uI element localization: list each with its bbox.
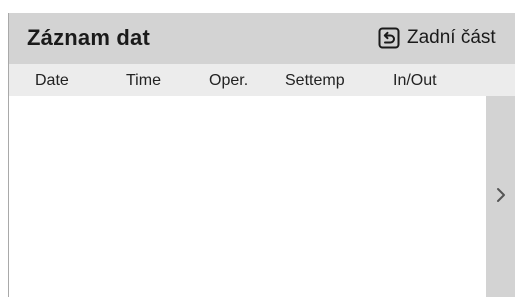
back-button[interactable]: Zadní část xyxy=(378,24,496,52)
back-button-label: Zadní část xyxy=(407,27,496,48)
column-header-row: Date Time Oper. Settemp In/Out xyxy=(9,64,515,96)
column-header-date: Date xyxy=(35,72,69,89)
data-log-screen: Záznam dat Zadní část Date Time Oper. Se… xyxy=(0,0,515,297)
column-header-in-out: In/Out xyxy=(393,72,437,89)
chevron-right-icon xyxy=(497,188,505,202)
next-page-button[interactable] xyxy=(486,96,515,297)
column-header-time: Time xyxy=(126,72,161,89)
header-bar: Záznam dat Zadní část xyxy=(9,13,515,64)
data-log-list xyxy=(9,96,486,297)
back-arrow-icon xyxy=(378,27,400,49)
column-header-operation: Oper. xyxy=(209,72,249,89)
page-title: Záznam dat xyxy=(27,25,151,50)
column-header-settemp: Settemp xyxy=(285,72,345,89)
